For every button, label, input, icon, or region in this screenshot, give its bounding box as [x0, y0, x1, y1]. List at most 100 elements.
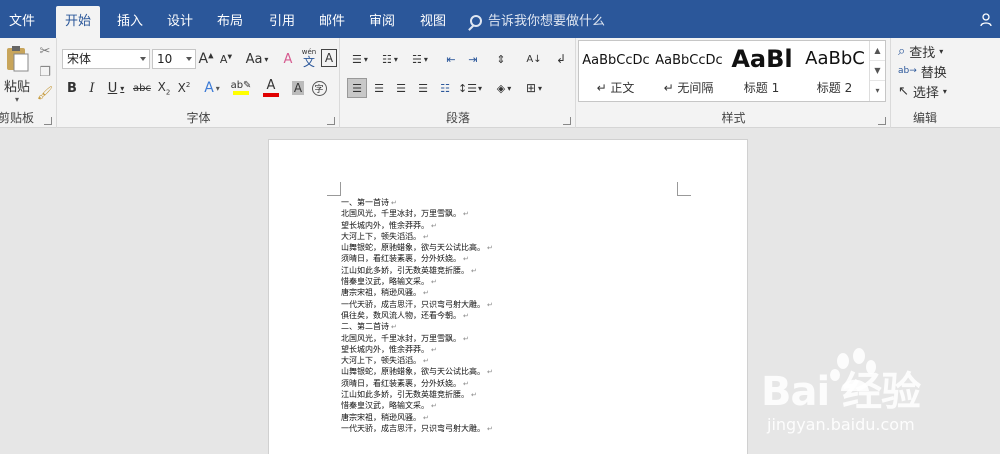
document-line[interactable]: 北国风光，千里冰封，万里雪飘。 ↵ [341, 333, 671, 344]
align-center-button[interactable]: ☰ [369, 78, 389, 98]
align-left-button[interactable]: ☰ [347, 78, 367, 98]
document-line[interactable]: 一、第一首诗 ↵ [341, 197, 671, 208]
document-line-text: 惜秦皇汉武，略输文采。 [341, 277, 429, 287]
paste-button[interactable]: 粘贴 ▾ [0, 40, 34, 108]
style-heading-2[interactable]: AaBbC 标题 2 [798, 41, 871, 101]
document-line[interactable]: 望长城内外，惟余莽莽。 ↵ [341, 220, 671, 231]
document-line[interactable]: 唐宗宋祖，稍逊风骚。 ↵ [341, 412, 671, 423]
strikethrough-button[interactable]: abc [132, 78, 152, 98]
grow-font-button[interactable]: A▲ [198, 49, 214, 69]
bullets-icon: ☰ [352, 52, 362, 66]
decrease-indent-button[interactable]: ⇤ [441, 49, 461, 69]
bullets-button[interactable]: ☰ ▾ [347, 49, 373, 69]
tell-me-box[interactable]: 告诉我你想要做什么 [470, 6, 605, 38]
document-line[interactable]: 唐宗宋祖，稍逊风骚。 ↵ [341, 287, 671, 298]
styles-launcher-icon[interactable] [878, 117, 886, 125]
styles-scroll-up-icon[interactable]: ▲ [870, 41, 885, 61]
multilevel-list-button[interactable]: ☵ ▾ [407, 49, 433, 69]
clipboard-launcher-icon[interactable] [44, 117, 52, 125]
increase-indent-button[interactable]: ⇥ [463, 49, 483, 69]
enclose-characters-button[interactable]: 字 [310, 78, 328, 98]
character-border-button[interactable]: A [321, 49, 337, 67]
asian-layout-button[interactable]: ⇕ [491, 49, 511, 69]
document-body[interactable]: 一、第一首诗 ↵ 北国风光，千里冰封，万里雪飘。 ↵ 望长城内外，惟余莽莽。 ↵ 大河上下，… [341, 197, 671, 434]
tab-layout[interactable]: 布局 [208, 6, 252, 38]
document-line[interactable]: 大河上下，顿失滔滔。 ↵ [341, 355, 671, 366]
style-no-spacing[interactable]: AaBbCcDc ↵ 无间隔 [652, 41, 725, 101]
document-page[interactable]: 一、第一首诗 ↵ 北国风光，千里冰封，万里雪飘。 ↵ 望长城内外，惟余莽莽。 ↵ 大河上下，… [268, 139, 748, 454]
document-line[interactable]: 二、第二首诗 ↵ [341, 321, 671, 332]
tab-home[interactable]: 开始 [56, 6, 100, 38]
superscript-button[interactable]: X2 [176, 78, 192, 98]
align-right-button[interactable]: ☰ [391, 78, 411, 98]
distributed-button[interactable]: ☷ [435, 78, 455, 98]
justify-button[interactable]: ☰ [413, 78, 433, 98]
cut-button[interactable]: ✂ [36, 42, 54, 60]
document-line[interactable]: 山舞银蛇，原驰蜡象，欲与天公试比高。 ↵ [341, 242, 671, 253]
subscript-button[interactable]: X2 [156, 78, 172, 98]
bold-button[interactable]: B [64, 78, 80, 98]
tab-design[interactable]: 设计 [158, 6, 202, 38]
italic-button[interactable]: I [84, 78, 100, 98]
change-case-button[interactable]: Aa ▾ [242, 49, 272, 69]
font-size-combo[interactable]: 10 [152, 49, 196, 69]
document-line[interactable]: 大河上下，顿失滔滔。 ↵ [341, 231, 671, 242]
document-line[interactable]: 北国风光，千里冰封，万里雪飘。 ↵ [341, 208, 671, 219]
document-line[interactable]: 江山如此多娇，引无数英雄竞折腰。 ↵ [341, 389, 671, 400]
chevron-down-icon [140, 57, 146, 61]
style-normal[interactable]: AaBbCcDc ↵ 正文 [579, 41, 652, 101]
enclose-characters-icon: 字 [311, 80, 327, 96]
tab-view[interactable]: 视图 [411, 6, 455, 38]
document-line[interactable]: 惜秦皇汉武，略输文采。 ↵ [341, 400, 671, 411]
copy-button[interactable]: ❐ [36, 63, 54, 81]
document-line[interactable]: 一代天骄，成吉思汗，只识弯弓射大雕。 ↵ [341, 423, 671, 434]
scissors-icon: ✂ [39, 43, 51, 59]
font-name-combo[interactable]: 宋体 [62, 49, 150, 69]
shading-button[interactable]: ◈ ▾ [491, 78, 517, 98]
tab-references[interactable]: 引用 [260, 6, 304, 38]
document-line[interactable]: 江山如此多娇，引无数英雄竞折腰。 ↵ [341, 265, 671, 276]
show-marks-button[interactable]: ↲ [551, 49, 571, 69]
font-group: 宋体 10 A▲ A▼ Aa ▾ A wén 文 A B I U ▾ abc X2 … [58, 38, 340, 128]
margin-corner-top-right [677, 182, 691, 196]
shrink-font-button[interactable]: A▼ [218, 49, 234, 69]
tab-review[interactable]: 审阅 [360, 6, 404, 38]
phonetic-guide-button[interactable]: wén 文 [300, 46, 318, 70]
tab-mailings[interactable]: 邮件 [310, 6, 354, 38]
styles-gallery: AaBbCcDc ↵ 正文 AaBbCcDc ↵ 无间隔 AaBl 标题 1 A… [578, 40, 886, 102]
document-line[interactable]: 一代天骄，成吉思汗，只识弯弓射大雕。 ↵ [341, 299, 671, 310]
select-button[interactable]: ↖ 选择 ▾ [898, 82, 947, 101]
underline-button[interactable]: U ▾ [104, 78, 128, 98]
format-painter-button[interactable]: 🖌 [36, 84, 54, 102]
font-launcher-icon[interactable] [327, 117, 335, 125]
document-line[interactable]: 惜秦皇汉武，略输文采。 ↵ [341, 276, 671, 287]
document-line-text: 须晴日，看红装素裹，分外妖娆。 [341, 378, 461, 388]
line-spacing-button[interactable]: ↕☰ ▾ [457, 78, 483, 98]
font-color-button[interactable]: A [258, 76, 284, 98]
document-line[interactable]: 山舞银蛇，原驰蜡象，欲与天公试比高。 ↵ [341, 366, 671, 377]
find-button[interactable]: ⌕ 查找 ▾ [898, 42, 943, 61]
shrink-font-icon: A▼ [219, 52, 233, 66]
document-line[interactable]: 须晴日，看红装素裹，分外妖娆。 ↵ [341, 378, 671, 389]
numbering-button[interactable]: ☷ ▾ [377, 49, 403, 69]
tab-insert[interactable]: 插入 [108, 6, 152, 38]
font-color-icon: A [266, 77, 276, 93]
share-user-icon[interactable] [980, 13, 994, 27]
justify-icon: ☰ [418, 81, 428, 95]
paragraph-launcher-icon[interactable] [563, 117, 571, 125]
borders-button[interactable]: ⊞ ▾ [521, 78, 547, 98]
styles-scroll-down-icon[interactable]: ▼ [870, 61, 885, 81]
text-effects-button[interactable]: A ▾ [200, 78, 224, 98]
clear-formatting-button[interactable]: A [280, 49, 296, 69]
replace-button[interactable]: ab→ 替换 [898, 62, 947, 81]
style-heading-2-name: 标题 2 [816, 81, 853, 95]
document-line[interactable]: 须晴日，看红装素裹，分外妖娆。 ↵ [341, 253, 671, 264]
styles-more-icon[interactable]: ▾ [870, 81, 885, 101]
document-line[interactable]: 望长城内外，惟余莽莽。 ↵ [341, 344, 671, 355]
tab-file[interactable]: 文件 [0, 6, 44, 38]
character-shading-button[interactable]: A [290, 78, 306, 98]
style-heading-1[interactable]: AaBl 标题 1 [725, 41, 798, 101]
highlight-button[interactable]: ab✎ [228, 76, 254, 98]
document-line[interactable]: 俱往矣，数风流人物，还看今朝。 ↵ [341, 310, 671, 321]
sort-button[interactable]: A↓ [524, 49, 544, 69]
